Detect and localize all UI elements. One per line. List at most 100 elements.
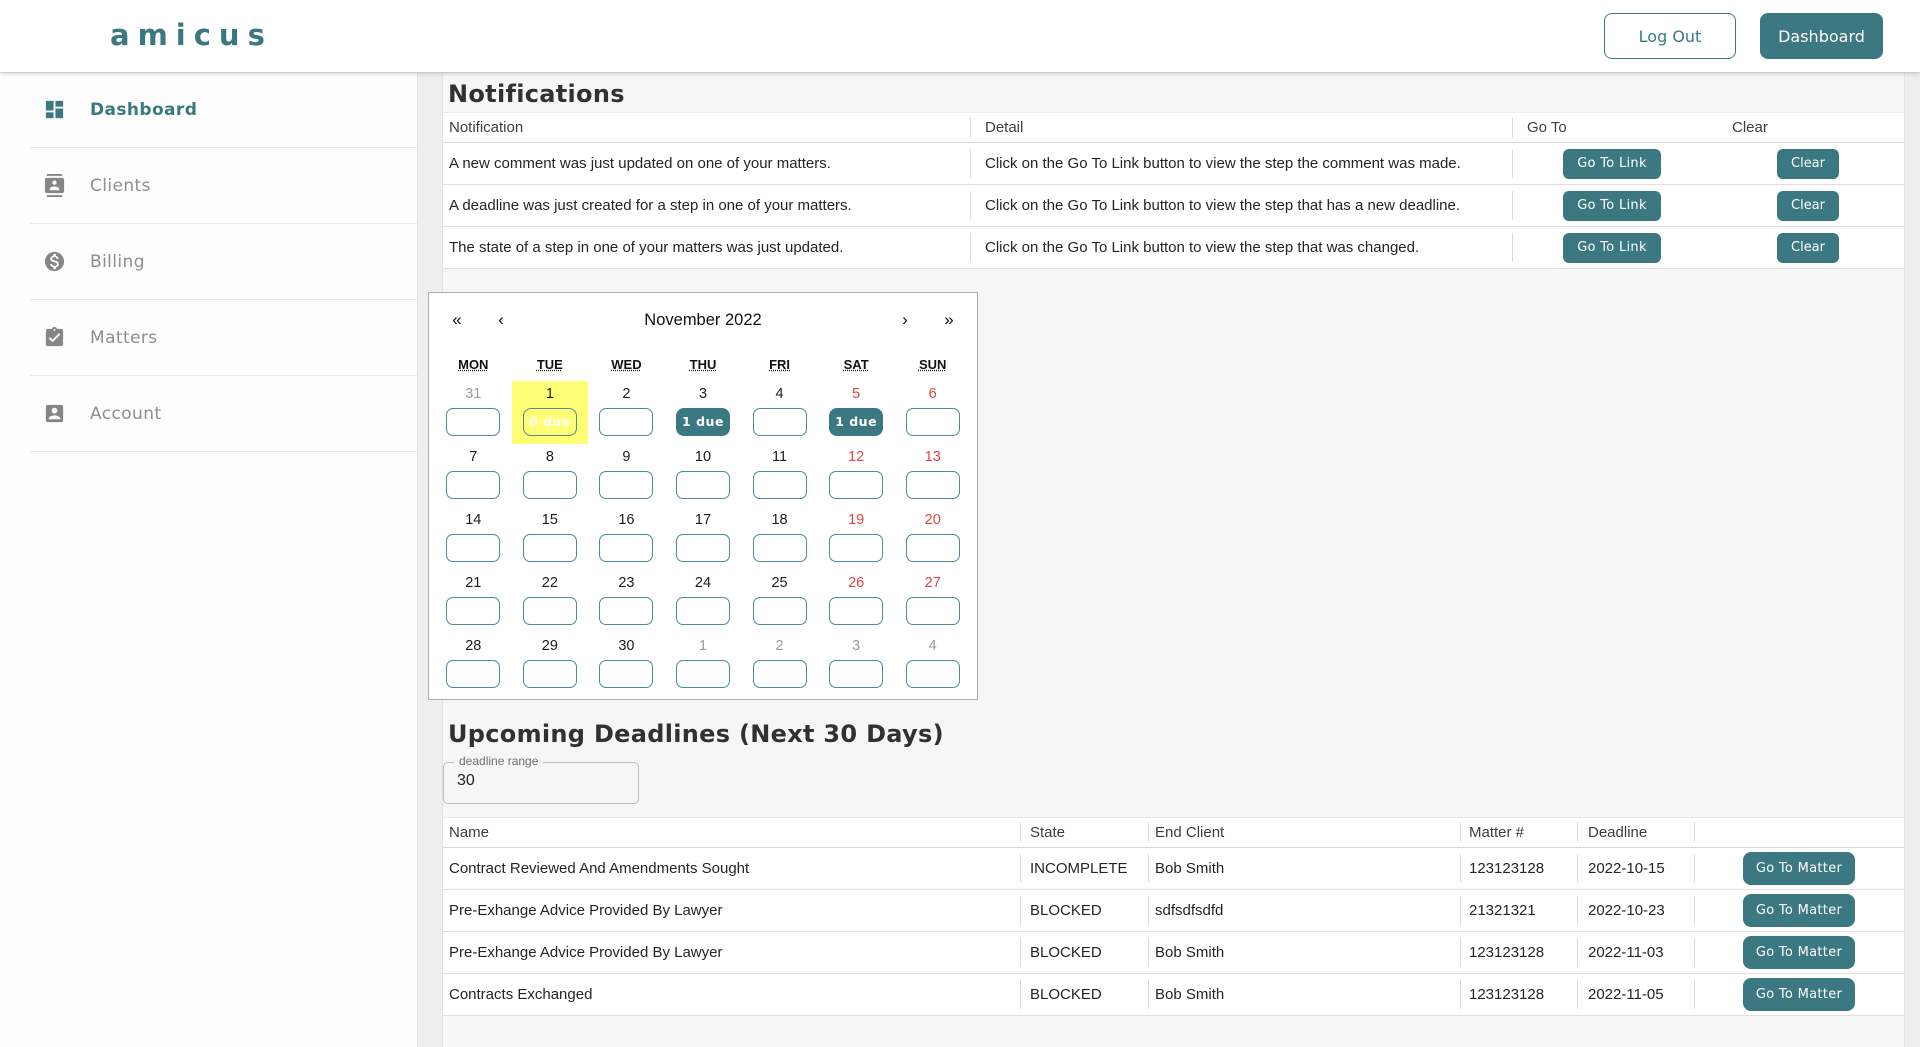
sidebar-item-dashboard[interactable]: Dashboard <box>0 72 417 147</box>
calendar-day-box[interactable] <box>599 660 653 688</box>
calendar-month-title[interactable]: November 2022 <box>523 311 883 330</box>
calendar-day-tile[interactable]: 27 <box>894 570 971 633</box>
calendar-day-box[interactable] <box>599 534 653 562</box>
calendar-day-tile[interactable]: 15 <box>512 507 589 570</box>
sidebar-item-billing[interactable]: Billing <box>0 224 417 299</box>
go-to-matter-button[interactable]: Go To Matter <box>1743 852 1855 885</box>
calendar-day-tile[interactable]: 20 <box>894 507 971 570</box>
calendar-day-box[interactable] <box>446 534 500 562</box>
calendar-day-tile[interactable]: 3 <box>818 633 895 696</box>
deadline-range-field[interactable]: deadline range 30 <box>443 762 639 804</box>
calendar-day-tile[interactable]: 16 <box>588 507 665 570</box>
calendar-day-tile[interactable]: 17 <box>665 507 742 570</box>
calendar-due-badge[interactable]: 0 due <box>523 408 577 436</box>
calendar-day-tile[interactable]: 18 <box>741 507 818 570</box>
calendar-prev-month-button[interactable]: ‹ <box>479 303 523 337</box>
calendar-day-tile[interactable]: 29 <box>512 633 589 696</box>
calendar-day-tile[interactable]: 2 <box>588 381 665 444</box>
calendar-day-box[interactable] <box>753 408 807 436</box>
dashboard-button[interactable]: Dashboard <box>1760 13 1883 59</box>
calendar-day-box[interactable] <box>829 597 883 625</box>
calendar-day-tile[interactable]: 6 <box>894 381 971 444</box>
calendar-day-tile[interactable]: 30 <box>588 633 665 696</box>
calendar-day-tile[interactable]: 9 <box>588 444 665 507</box>
calendar-day-tile[interactable]: 10 <box>665 444 742 507</box>
calendar-day-box[interactable] <box>676 471 730 499</box>
calendar-next-month-button[interactable]: › <box>883 303 927 337</box>
calendar-day-box[interactable] <box>753 534 807 562</box>
page-scrollbar-track[interactable] <box>1904 72 1920 1047</box>
calendar-day-tile[interactable]: 24 <box>665 570 742 633</box>
calendar-day-box[interactable] <box>446 471 500 499</box>
calendar-day-box[interactable] <box>906 534 960 562</box>
calendar-day-box[interactable] <box>599 597 653 625</box>
clear-button[interactable]: Clear <box>1777 149 1839 179</box>
calendar-day-tile[interactable]: 51 due <box>818 381 895 444</box>
calendar-day-box[interactable] <box>829 471 883 499</box>
calendar-day-tile[interactable]: 31 <box>435 381 512 444</box>
calendar-day-box[interactable] <box>906 597 960 625</box>
go-to-matter-button[interactable]: Go To Matter <box>1743 936 1855 969</box>
calendar-day-box[interactable] <box>906 408 960 436</box>
calendar-next-year-button[interactable]: » <box>927 303 971 337</box>
calendar-day-box[interactable] <box>523 597 577 625</box>
calendar-day-tile[interactable]: 22 <box>512 570 589 633</box>
calendar-day-tile[interactable]: 7 <box>435 444 512 507</box>
sidebar-item-account[interactable]: Account <box>0 376 417 451</box>
calendar-day-box[interactable] <box>523 534 577 562</box>
calendar-day-box[interactable] <box>829 660 883 688</box>
calendar-day-box[interactable] <box>906 471 960 499</box>
calendar-day-tile[interactable]: 10 due <box>512 381 589 444</box>
deadline-matter-number: 123123128 <box>1460 848 1577 889</box>
calendar-day-tile[interactable]: 14 <box>435 507 512 570</box>
logout-button[interactable]: Log Out <box>1604 13 1736 59</box>
calendar-day-tile[interactable]: 1 <box>665 633 742 696</box>
notification-row: The state of a step in one of your matte… <box>443 227 1904 269</box>
sidebar-item-matters[interactable]: Matters <box>0 300 417 375</box>
sidebar-item-clients[interactable]: Clients <box>0 148 417 223</box>
calendar-day-tile[interactable]: 2 <box>741 633 818 696</box>
calendar-day-box[interactable] <box>753 471 807 499</box>
calendar-day-tile[interactable]: 25 <box>741 570 818 633</box>
calendar-day-tile[interactable]: 8 <box>512 444 589 507</box>
go-to-link-button[interactable]: Go To Link <box>1563 191 1661 221</box>
calendar-day-box[interactable] <box>599 471 653 499</box>
calendar-day-tile[interactable]: 26 <box>818 570 895 633</box>
deadline-range-value[interactable]: 30 <box>457 772 475 790</box>
calendar-weekday-label: TUE <box>512 357 589 372</box>
calendar-day-box[interactable] <box>676 660 730 688</box>
clear-button[interactable]: Clear <box>1777 191 1839 221</box>
calendar-day-tile[interactable]: 11 <box>741 444 818 507</box>
go-to-link-button[interactable]: Go To Link <box>1563 233 1661 263</box>
calendar-day-tile[interactable]: 4 <box>741 381 818 444</box>
calendar-day-box[interactable] <box>523 660 577 688</box>
calendar-day-box[interactable] <box>676 597 730 625</box>
go-to-matter-button[interactable]: Go To Matter <box>1743 894 1855 927</box>
clear-button[interactable]: Clear <box>1777 233 1839 263</box>
calendar-day-box[interactable] <box>829 534 883 562</box>
calendar-day-tile[interactable]: 21 <box>435 570 512 633</box>
calendar-day-tile[interactable]: 31 due <box>665 381 742 444</box>
calendar-day-tile[interactable]: 4 <box>894 633 971 696</box>
calendar-day-tile[interactable]: 23 <box>588 570 665 633</box>
calendar-day-box[interactable] <box>523 471 577 499</box>
calendar-due-badge[interactable]: 1 due <box>676 408 730 436</box>
calendar-day-tile[interactable]: 19 <box>818 507 895 570</box>
go-to-matter-button[interactable]: Go To Matter <box>1743 978 1855 1011</box>
calendar-due-badge[interactable]: 1 due <box>829 408 883 436</box>
calendar-day-box[interactable] <box>446 408 500 436</box>
calendar-day-box[interactable] <box>599 408 653 436</box>
calendar-day-box[interactable] <box>753 597 807 625</box>
deadline-date: 2022-11-05 <box>1577 974 1694 1015</box>
calendar-day-box[interactable] <box>446 660 500 688</box>
calendar-day-tile[interactable]: 13 <box>894 444 971 507</box>
calendar-day-box[interactable] <box>906 660 960 688</box>
calendar-day-box[interactable] <box>446 597 500 625</box>
go-to-link-button[interactable]: Go To Link <box>1563 149 1661 179</box>
calendar-day-box[interactable] <box>676 534 730 562</box>
calendar-day-tile[interactable]: 12 <box>818 444 895 507</box>
calendar-day-box[interactable] <box>753 660 807 688</box>
calendar-prev-year-button[interactable]: « <box>435 303 479 337</box>
deadline-matter-number: 123123128 <box>1460 932 1577 973</box>
calendar-day-tile[interactable]: 28 <box>435 633 512 696</box>
